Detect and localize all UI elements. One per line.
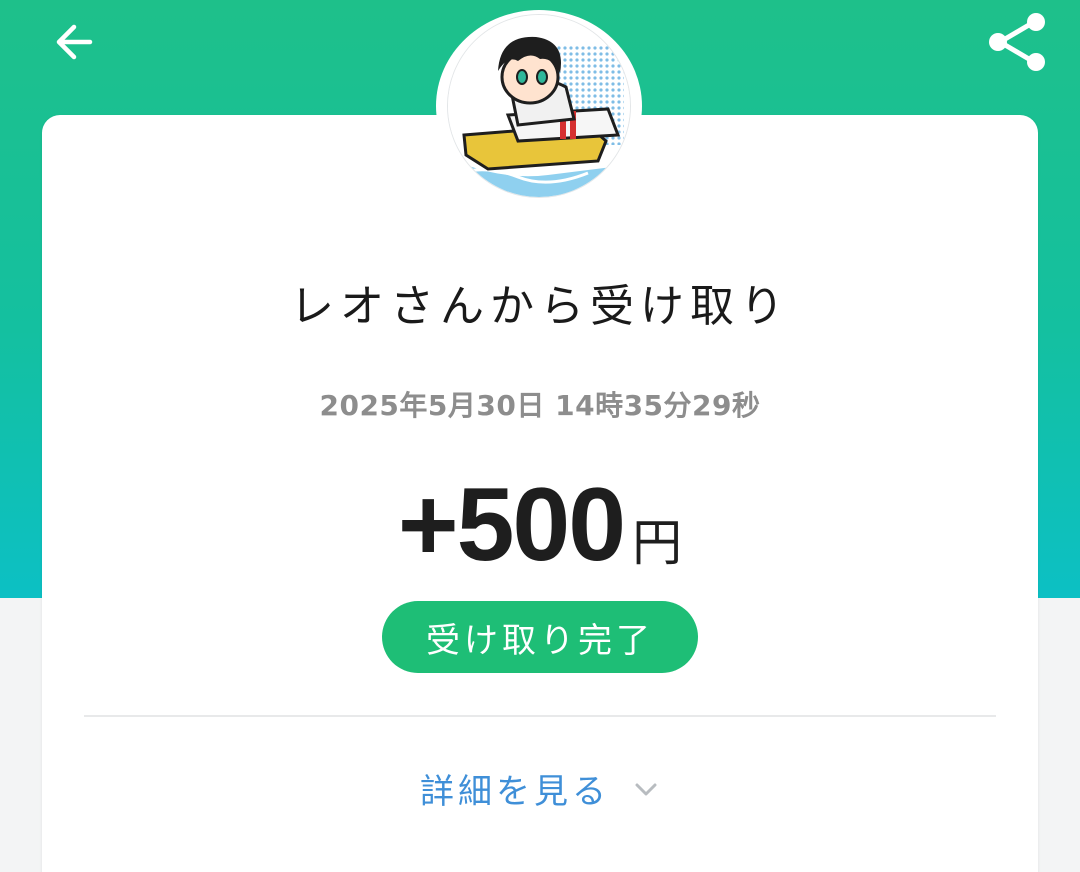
arrow-left-icon (56, 24, 93, 60)
amount-display: +500 円 (42, 466, 1038, 585)
transaction-title: レオさんから受け取り (290, 281, 790, 332)
status-label: 受け取り完了 (426, 620, 654, 661)
divider (84, 715, 996, 717)
view-details-button[interactable]: 詳細を見る (42, 764, 1038, 813)
status-badge: 受け取り完了 (382, 601, 698, 673)
avatar (436, 10, 642, 202)
chevron-down-icon (632, 775, 660, 803)
currency-unit: 円 (632, 514, 683, 572)
transaction-detail-screen: レオさんから受け取り 2025年5月30日 14時35分29秒 +500 円 受け… (0, 0, 1080, 872)
share-button[interactable] (982, 6, 1054, 78)
back-button[interactable] (46, 14, 102, 70)
amount-value: +500 (397, 467, 626, 583)
transaction-timestamp: 2025年5月30日 14時35分29秒 (319, 389, 761, 422)
share-icon (989, 13, 1045, 71)
user-avatar-illustration (447, 14, 631, 198)
view-details-label: 詳細を見る (420, 772, 610, 812)
